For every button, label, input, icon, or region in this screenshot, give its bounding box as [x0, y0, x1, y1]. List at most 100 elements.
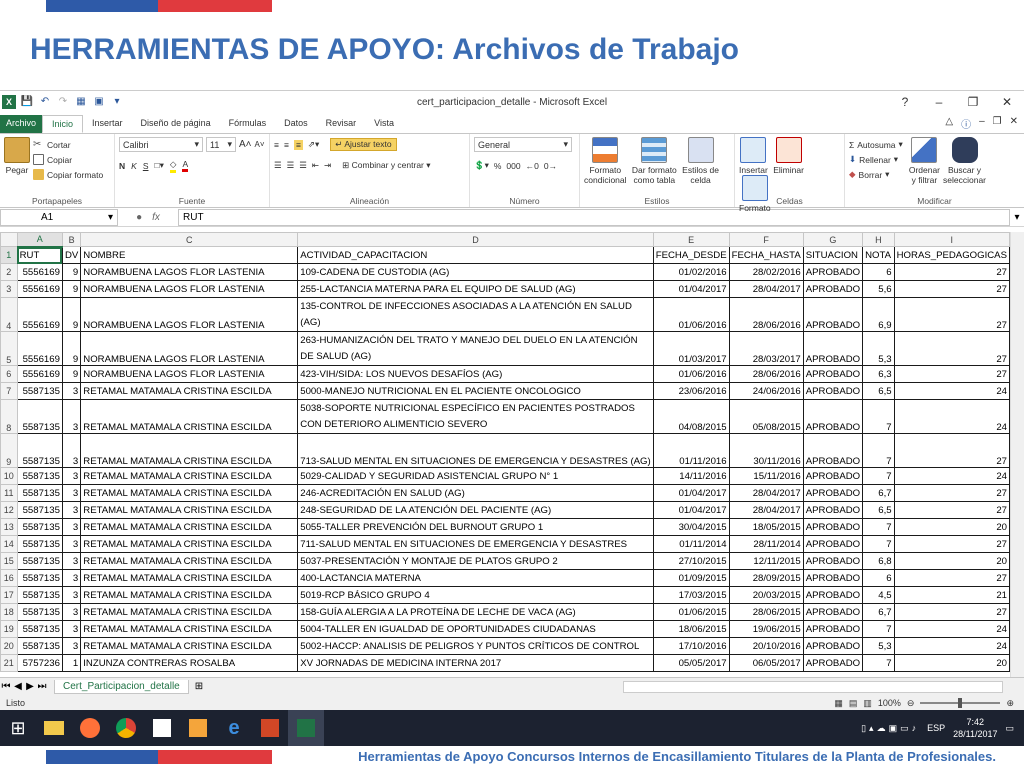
- cell-nombre[interactable]: RETAMAL MATAMALA CRISTINA ESCILDA: [80, 535, 299, 553]
- column-header[interactable]: D: [297, 232, 654, 247]
- cell-desde[interactable]: 17/03/2015: [652, 586, 730, 604]
- cell-nota[interactable]: 5,6: [862, 280, 895, 298]
- cell-nota[interactable]: 6,7: [862, 603, 895, 621]
- save-icon[interactable]: 💾: [20, 95, 34, 109]
- cell-nota[interactable]: 5,3: [862, 637, 895, 655]
- cell-nombre[interactable]: RETAMAL MATAMALA CRISTINA ESCILDA: [80, 399, 299, 434]
- cell-dv[interactable]: 3: [61, 535, 82, 553]
- cell-dv[interactable]: 3: [61, 603, 82, 621]
- row-header[interactable]: 3: [0, 280, 18, 298]
- cell-sit[interactable]: APROBADO: [802, 331, 864, 366]
- file-explorer-icon[interactable]: [36, 710, 72, 746]
- expand-formula-icon[interactable]: ▾: [1010, 212, 1024, 223]
- cell-nombre[interactable]: NORAMBUENA LAGOS FLOR LASTENIA: [80, 297, 299, 332]
- cell-horas[interactable]: 27: [893, 535, 1010, 553]
- chrome-icon[interactable]: [108, 710, 144, 746]
- cell-sit[interactable]: APROBADO: [802, 569, 864, 587]
- cell-nombre[interactable]: NORAMBUENA LAGOS FLOR LASTENIA: [80, 263, 299, 281]
- border-icon[interactable]: □▾: [154, 160, 163, 171]
- cell-horas[interactable]: 27: [893, 569, 1010, 587]
- cell-sit[interactable]: APROBADO: [802, 484, 864, 502]
- cell-act[interactable]: 5037-PRESENTACIÓN Y MONTAJE DE PLATOS GR…: [297, 552, 654, 570]
- align-left-icon[interactable]: ☰: [274, 160, 282, 171]
- cell-dv[interactable]: 9: [61, 365, 82, 383]
- conditional-format-button[interactable]: Formato condicional: [584, 137, 627, 185]
- cell-desde[interactable]: 17/10/2016: [652, 637, 730, 655]
- merge-center-button[interactable]: ⊞ Combinar y centrar ▾: [342, 160, 430, 171]
- row-header[interactable]: 6: [0, 365, 18, 383]
- cell-dv[interactable]: 3: [61, 620, 82, 638]
- cell-horas[interactable]: 27: [893, 297, 1010, 332]
- align-middle-icon[interactable]: ≡: [284, 140, 289, 150]
- cell-act[interactable]: 246-ACREDITACIÓN EN SALUD (AG): [297, 484, 654, 502]
- header-cell[interactable]: NOTA: [862, 246, 895, 264]
- cell-horas[interactable]: 27: [893, 280, 1010, 298]
- cut-button[interactable]: ✂ Cortar: [33, 137, 103, 152]
- cell-dv[interactable]: 3: [61, 382, 82, 400]
- cell-rut[interactable]: 5587135: [16, 552, 63, 570]
- cell-dv[interactable]: 3: [61, 501, 82, 519]
- cell-nombre[interactable]: RETAMAL MATAMALA CRISTINA ESCILDA: [80, 433, 299, 468]
- cell-act[interactable]: 5038-SOPORTE NUTRICIONAL ESPECÍFICO EN P…: [297, 399, 654, 434]
- fill-button[interactable]: ⬇ Rellenar ▾: [849, 152, 903, 167]
- cell-rut[interactable]: 5587135: [16, 586, 63, 604]
- cell-hasta[interactable]: 28/04/2017: [728, 280, 804, 298]
- row-header[interactable]: 10: [0, 467, 18, 485]
- zoom-slider[interactable]: [920, 698, 1001, 708]
- row-header[interactable]: 4: [0, 297, 18, 332]
- cell-nota[interactable]: 7: [862, 518, 895, 536]
- cell-rut[interactable]: 5587135: [16, 637, 63, 655]
- cell-nota[interactable]: 4,5: [862, 586, 895, 604]
- help-circle-icon[interactable]: ⓘ: [961, 116, 971, 131]
- cell-styles-button[interactable]: Estilos de celda: [682, 137, 719, 185]
- column-header[interactable]: A: [16, 232, 63, 248]
- tab-revisar[interactable]: Revisar: [317, 115, 366, 133]
- cell-horas[interactable]: 21: [893, 586, 1010, 604]
- cell-dv[interactable]: 9: [61, 280, 82, 298]
- cell-horas[interactable]: 27: [893, 484, 1010, 502]
- cell-act[interactable]: 5029-CALIDAD Y SEGURIDAD ASISTENCIAL GRU…: [297, 467, 654, 485]
- cell-nombre[interactable]: NORAMBUENA LAGOS FLOR LASTENIA: [80, 331, 299, 366]
- column-header[interactable]: E: [652, 232, 730, 247]
- grow-font-icon[interactable]: A˄: [239, 139, 252, 150]
- column-header[interactable]: C: [80, 232, 299, 247]
- cell-act[interactable]: 158-GUÍA ALERGIA A LA PROTEÍNA DE LECHE …: [297, 603, 654, 621]
- header-cell[interactable]: FECHA_DESDE: [652, 246, 730, 264]
- cell-desde[interactable]: 01/11/2014: [652, 535, 730, 553]
- row-header[interactable]: 16: [0, 569, 18, 587]
- cell-nota[interactable]: 7: [862, 654, 895, 672]
- cell-hasta[interactable]: 28/03/2017: [728, 331, 804, 366]
- tab-archivo[interactable]: Archivo: [0, 115, 43, 133]
- cell-nota[interactable]: 6,8: [862, 552, 895, 570]
- cell-desde[interactable]: 01/06/2016: [652, 365, 730, 383]
- cell-rut[interactable]: 5587135: [16, 569, 63, 587]
- action-center-icon[interactable]: ▭: [1005, 723, 1014, 734]
- cell-act[interactable]: XV JORNADAS DE MEDICINA INTERNA 2017: [297, 654, 654, 672]
- sheet-tab[interactable]: Cert_Participacion_detalle: [54, 679, 189, 694]
- align-top-icon[interactable]: ≡: [274, 140, 279, 150]
- row-header[interactable]: 18: [0, 603, 18, 621]
- fx-icon[interactable]: fx: [152, 212, 160, 223]
- row-header[interactable]: 9: [0, 433, 18, 468]
- cell-horas[interactable]: 20: [893, 518, 1010, 536]
- percent-icon[interactable]: %: [494, 161, 502, 171]
- decrease-indent-icon[interactable]: ⇤: [312, 160, 319, 171]
- cell-hasta[interactable]: 28/06/2016: [728, 365, 804, 383]
- cell-desde[interactable]: 30/04/2015: [652, 518, 730, 536]
- cell-dv[interactable]: 9: [61, 331, 82, 366]
- align-center-icon[interactable]: ☰: [287, 160, 295, 171]
- cell-nota[interactable]: 6,9: [862, 297, 895, 332]
- cell-hasta[interactable]: 20/03/2015: [728, 586, 804, 604]
- font-size-select[interactable]: 11 ▾: [206, 137, 236, 152]
- customize-qat-icon[interactable]: ▾: [110, 95, 124, 109]
- cell-act[interactable]: 713-SALUD MENTAL EN SITUACIONES DE EMERG…: [297, 433, 654, 468]
- cell-desde[interactable]: 01/06/2016: [652, 297, 730, 332]
- orientation-icon[interactable]: ⇗▾: [308, 139, 319, 150]
- cell-rut[interactable]: 5757236: [16, 654, 63, 672]
- font-color-icon[interactable]: A: [182, 159, 189, 172]
- close-icon[interactable]: ✕: [990, 91, 1024, 113]
- column-header[interactable]: H: [862, 232, 895, 247]
- cell-nota[interactable]: 7: [862, 535, 895, 553]
- windows-start-icon[interactable]: ⊞: [0, 710, 36, 746]
- excel-taskbar-icon[interactable]: [288, 710, 324, 746]
